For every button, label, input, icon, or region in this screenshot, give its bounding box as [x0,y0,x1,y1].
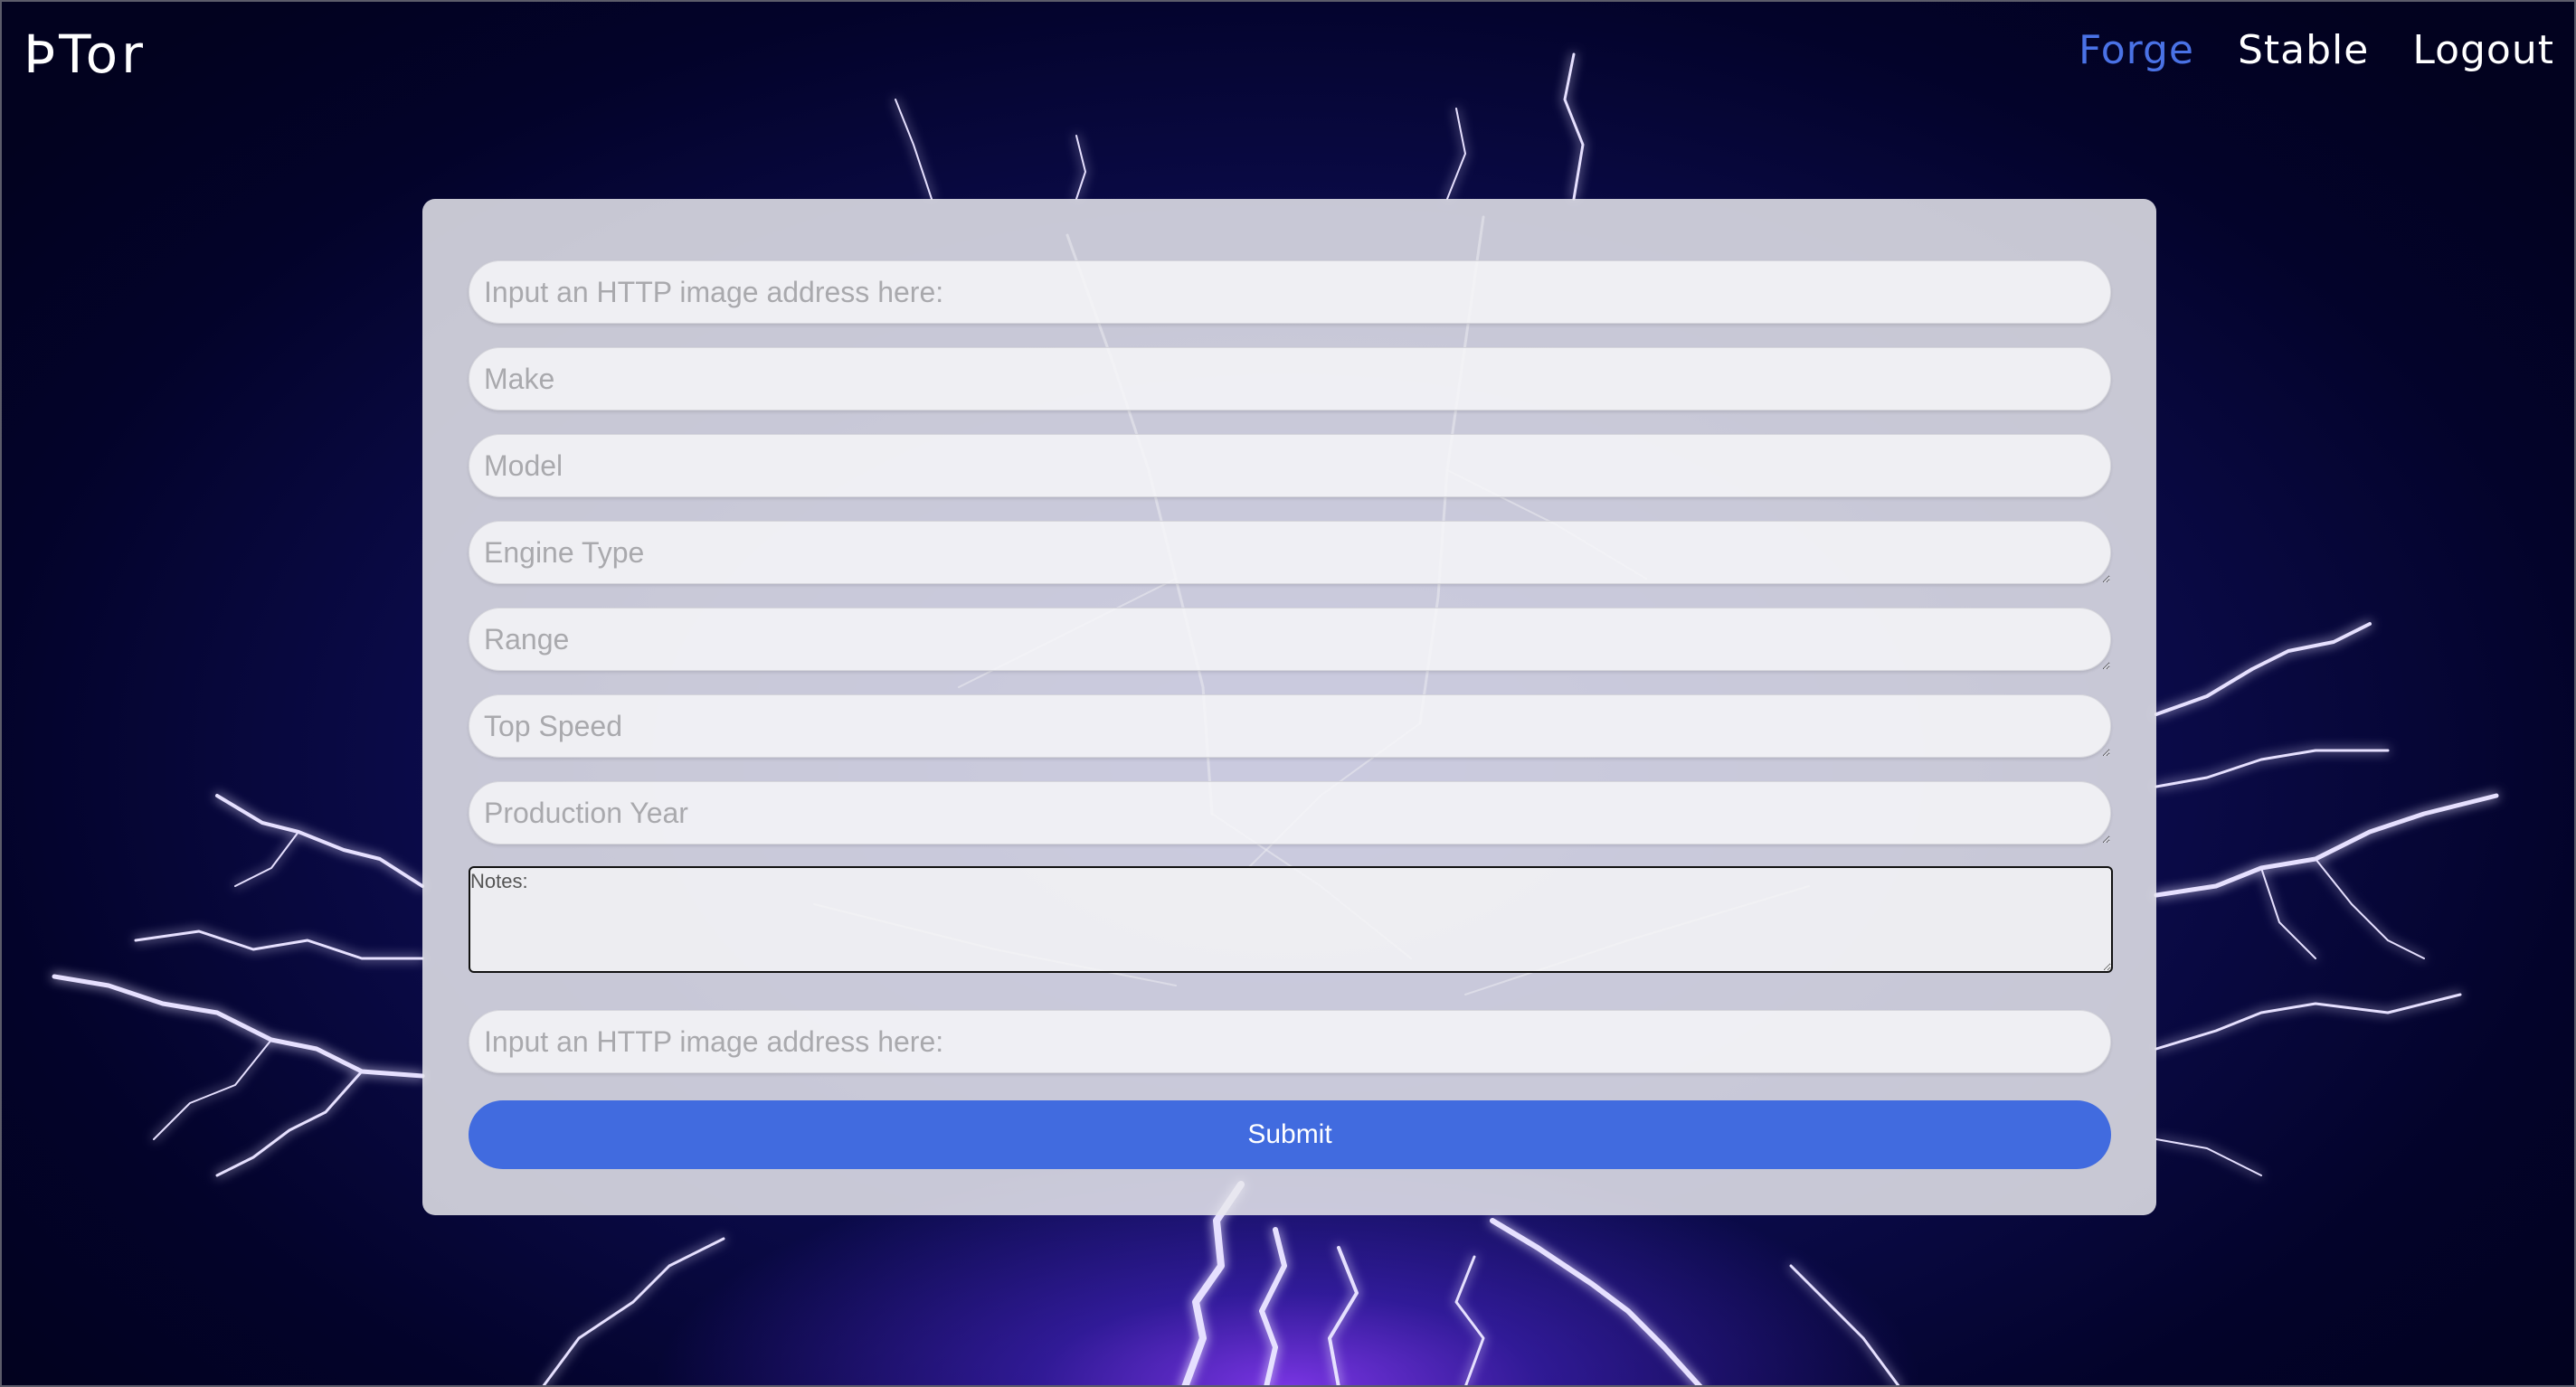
make-input[interactable] [469,347,2111,410]
image-url-input-top[interactable] [469,260,2111,324]
vehicle-form: Submit [422,199,2156,1215]
top-nav: Forge Stable Logout [2079,27,2554,73]
notes-textarea[interactable] [469,866,2113,973]
top-speed-input[interactable] [469,694,2111,758]
range-input[interactable] [469,608,2111,671]
nav-forge-link[interactable]: Forge [2079,27,2194,73]
model-input[interactable] [469,434,2111,497]
nav-stable-link[interactable]: Stable [2238,27,2369,73]
image-url-input-bottom[interactable] [469,1010,2111,1073]
production-year-input[interactable] [469,781,2111,844]
submit-button[interactable]: Submit [469,1100,2111,1169]
engine-type-input[interactable] [469,521,2111,584]
site-logo[interactable]: ÞTor [24,24,147,85]
nav-logout-link[interactable]: Logout [2412,27,2554,73]
